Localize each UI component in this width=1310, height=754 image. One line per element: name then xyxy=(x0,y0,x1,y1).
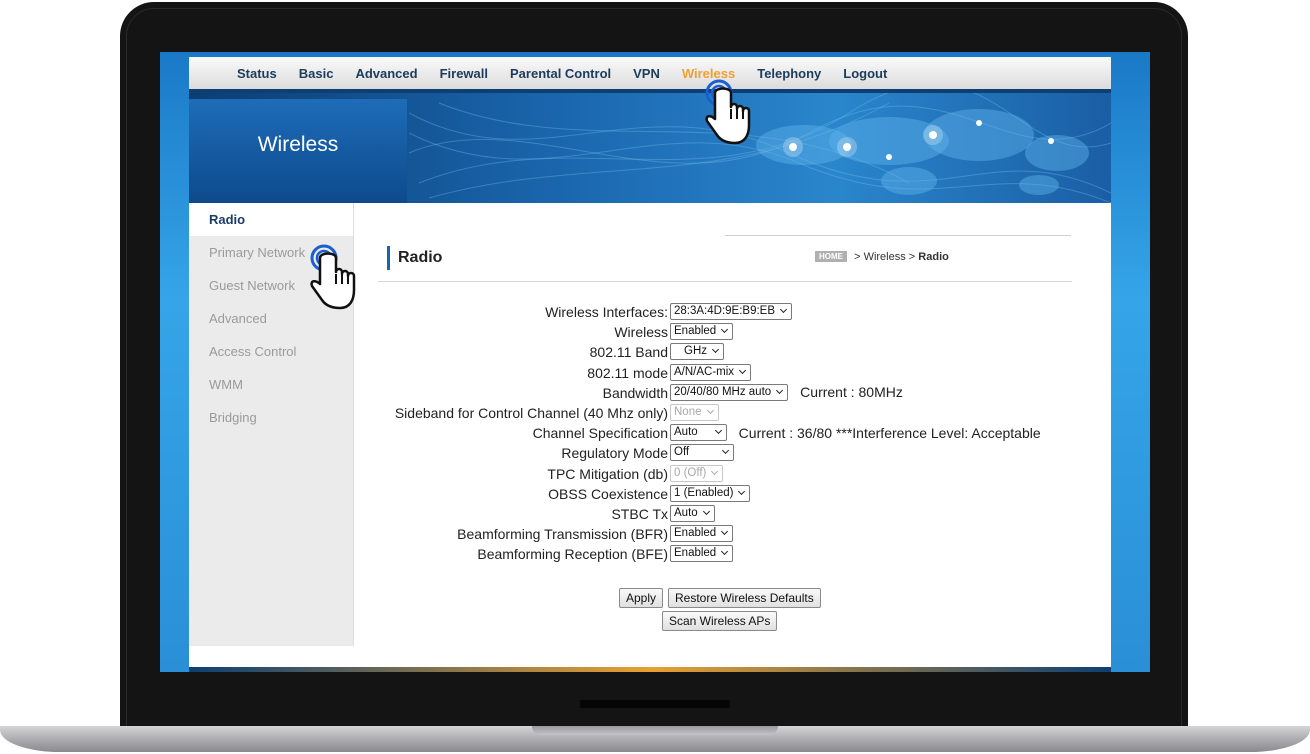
select-mode[interactable]: A/N/AC-mix xyxy=(670,363,752,381)
nav-status[interactable]: Status xyxy=(237,66,277,81)
select-bandwidth[interactable]: 20/40/80 MHz auto xyxy=(670,383,789,401)
label-wireless: Wireless xyxy=(614,324,668,341)
sidebar-item-radio[interactable]: Radio xyxy=(189,203,353,236)
breadcrumb-section[interactable]: Wireless xyxy=(864,251,906,263)
nav-parental-control[interactable]: Parental Control xyxy=(510,66,611,81)
banner-title: Wireless xyxy=(257,133,339,156)
row-wireless: Wireless Enabled xyxy=(354,323,1111,343)
breadcrumb-current: Radio xyxy=(918,251,949,263)
sidebar-item-bridging[interactable]: Bridging xyxy=(189,401,353,434)
laptop-screen: Status Basic Advanced Firewall Parental … xyxy=(160,52,1150,672)
label-tpc: TPC Mitigation (db) xyxy=(547,465,668,482)
label-bandwidth: Bandwidth xyxy=(602,384,668,401)
breadcrumb: HOME > Wireless > Radio xyxy=(815,251,949,263)
breadcrumb-home[interactable]: HOME xyxy=(815,251,847,262)
main-panel: Radio HOME > Wireless > Radio Wireless I… xyxy=(354,203,1111,646)
row-tpc: TPC Mitigation (db) 0 (Off) xyxy=(354,464,1111,485)
title-divider-top xyxy=(725,235,1071,236)
row-wireless-interfaces: Wireless Interfaces: 28:3A:4D:9E:B9:EB xyxy=(354,303,1111,323)
footer-bar xyxy=(189,667,1111,672)
sidebar-item-access-control[interactable]: Access Control xyxy=(189,335,353,368)
label-channel: Channel Specification xyxy=(532,425,668,442)
row-bandwidth: Bandwidth 20/40/80 MHz auto Current : 80M… xyxy=(354,383,1111,404)
sidebar-item-wmm[interactable]: WMM xyxy=(189,368,353,401)
router-admin-page: Status Basic Advanced Firewall Parental … xyxy=(189,57,1111,672)
nav-basic[interactable]: Basic xyxy=(299,66,334,81)
laptop-base-notch xyxy=(532,726,778,735)
select-wireless[interactable]: Enabled xyxy=(670,323,734,341)
row-bfr: Beamforming Transmission (BFR) Enabled xyxy=(354,525,1111,545)
title-divider xyxy=(378,281,1072,282)
select-bfe[interactable]: Enabled xyxy=(670,545,734,563)
banner-title-box: Wireless xyxy=(189,99,407,203)
select-tpc: 0 (Off) xyxy=(670,464,724,482)
label-stbc: STBC Tx xyxy=(611,505,668,522)
row-mode: 802.11 mode A/N/AC-mix xyxy=(354,363,1111,384)
label-sideband: Sideband for Control Channel (40 Mhz onl… xyxy=(394,404,668,421)
channel-current: Current : 36/80 ***Interference Level: A… xyxy=(738,424,1041,441)
select-regulatory[interactable]: Off xyxy=(670,444,735,462)
select-wireless-interfaces[interactable]: 28:3A:4D:9E:B9:EB xyxy=(670,303,793,320)
row-sideband: Sideband for Control Channel (40 Mhz onl… xyxy=(354,403,1111,424)
label-bfe: Beamforming Reception (BFE) xyxy=(477,546,668,563)
label-regulatory: Regulatory Mode xyxy=(561,445,668,462)
breadcrumb-separator: > xyxy=(854,251,861,263)
select-band[interactable]: GHz xyxy=(670,343,724,361)
breadcrumb-separator: > xyxy=(908,251,916,263)
label-wireless-interfaces: Wireless Interfaces: xyxy=(545,304,668,320)
label-bfr: Beamforming Transmission (BFR) xyxy=(457,526,668,543)
label-band: 802.11 Band xyxy=(589,344,668,361)
row-band: 802.11 Band GHz xyxy=(354,343,1111,363)
label-mode: 802.11 mode xyxy=(587,364,668,381)
select-channel[interactable]: Auto xyxy=(670,424,727,442)
select-obss[interactable]: 1 (Enabled) xyxy=(670,484,751,502)
select-stbc[interactable]: Auto xyxy=(670,504,715,522)
nav-firewall[interactable]: Firewall xyxy=(440,66,488,81)
nav-advanced[interactable]: Advanced xyxy=(355,66,417,81)
top-nav: Status Basic Advanced Firewall Parental … xyxy=(189,57,1111,93)
laptop-hinge-slot xyxy=(580,700,730,708)
row-obss: OBSS Coexistence 1 (Enabled) xyxy=(354,484,1111,505)
row-regulatory: Regulatory Mode Off xyxy=(354,444,1111,464)
apply-button[interactable]: Apply xyxy=(619,588,664,608)
label-obss: OBSS Coexistence xyxy=(548,485,668,502)
row-bfe: Beamforming Reception (BFE) Enabled xyxy=(354,545,1111,565)
nav-logout[interactable]: Logout xyxy=(843,66,887,81)
restore-defaults-button[interactable]: Restore Wireless Defaults xyxy=(668,588,821,608)
tap-hand-cursor-icon xyxy=(705,79,751,145)
header-banner: Wireless xyxy=(189,93,1111,203)
select-sideband: None xyxy=(670,403,719,421)
row-stbc: STBC Tx Auto xyxy=(354,504,1111,525)
bandwidth-current: Current : 80MHz xyxy=(800,384,903,401)
radio-settings-form: Wireless Interfaces: 28:3A:4D:9E:B9:EB W… xyxy=(354,303,1111,565)
select-bfr[interactable]: Enabled xyxy=(670,525,734,543)
nav-vpn[interactable]: VPN xyxy=(633,66,660,81)
row-channel: Channel Specification Auto Current : 36/8… xyxy=(354,424,1111,444)
scan-aps-button[interactable]: Scan Wireless APs xyxy=(662,611,778,631)
page-title: Radio xyxy=(387,246,442,270)
nav-telephony[interactable]: Telephony xyxy=(757,66,821,81)
tap-hand-cursor-icon xyxy=(310,244,356,310)
